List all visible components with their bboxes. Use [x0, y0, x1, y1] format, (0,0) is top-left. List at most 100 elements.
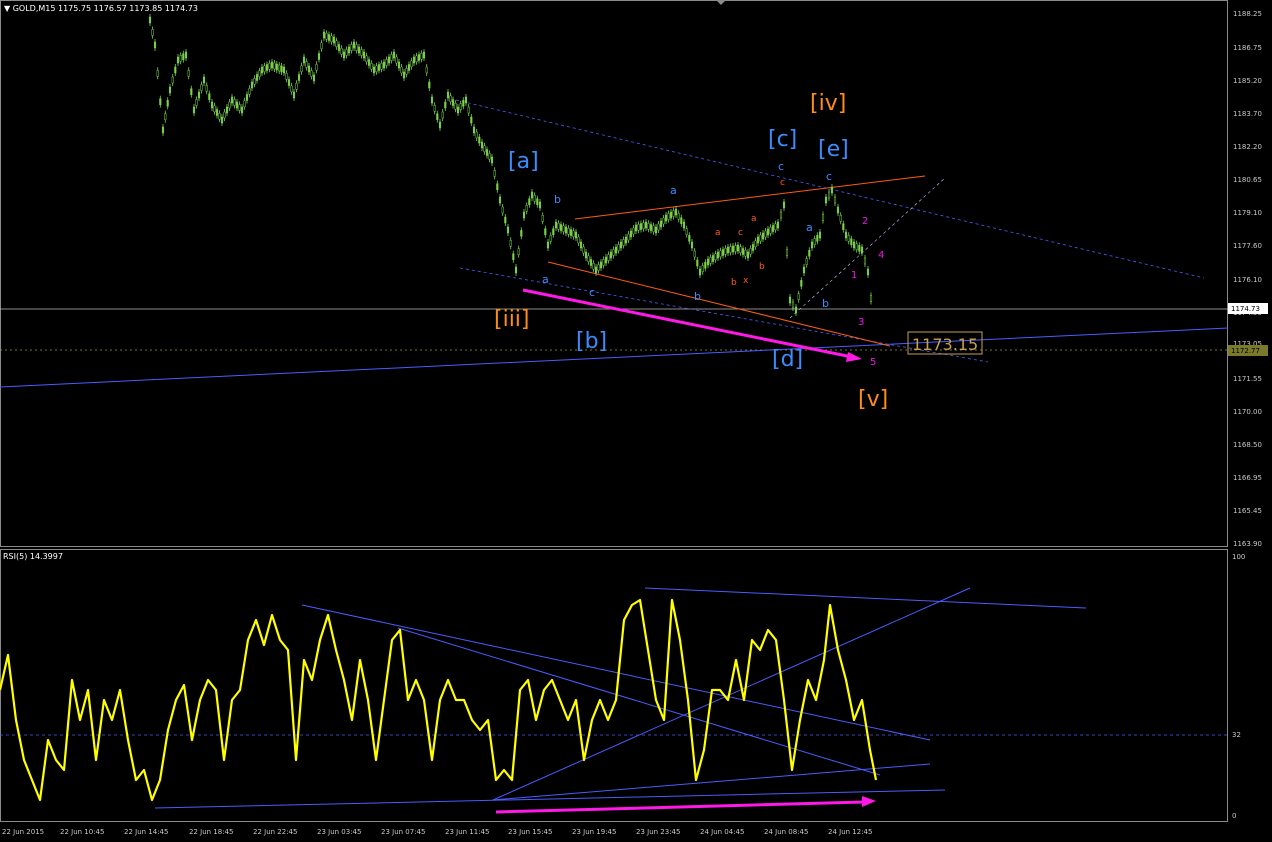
- candle-body: [764, 230, 767, 238]
- candle-body: [719, 250, 722, 258]
- candle-body: [634, 224, 638, 232]
- price-tick: 1186.75: [1233, 44, 1262, 52]
- candle-body: [464, 96, 468, 104]
- candle-body: [397, 61, 401, 69]
- wave-minor-label: c: [589, 286, 595, 299]
- candle-body: [372, 66, 376, 74]
- candle-body: [776, 221, 780, 229]
- candle-body: [538, 201, 542, 209]
- candle-body: [297, 74, 301, 81]
- candle-body: [701, 265, 704, 272]
- candle-body: [847, 235, 850, 242]
- time-tick: 23 Jun 07:45: [381, 828, 425, 836]
- candle-body: [420, 53, 423, 60]
- divergence-arrow-rsi: [495, 800, 865, 814]
- rsi-line-path: [0, 598, 878, 802]
- candle-body: [417, 54, 421, 61]
- candle-body: [714, 253, 717, 261]
- triangle-upper-line[interactable]: [574, 175, 926, 220]
- candle-body: [657, 223, 660, 231]
- candle-body: [370, 63, 373, 70]
- candle-body: [467, 106, 470, 114]
- candle-body: [248, 88, 251, 95]
- candle-body: [245, 94, 249, 101]
- candle-body: [607, 254, 610, 261]
- candle-body: [530, 191, 534, 199]
- rsi-series[interactable]: [0, 598, 878, 802]
- rsi-trendline-3[interactable]: [644, 587, 1087, 609]
- candle-body: [779, 211, 783, 219]
- candle-body: [485, 149, 489, 156]
- candle-body: [210, 101, 214, 109]
- rsi-trendline-2[interactable]: [397, 627, 881, 776]
- price-tick: 1183.70: [1233, 110, 1262, 118]
- candle-body: [842, 223, 845, 230]
- candle-body: [693, 250, 696, 258]
- candle-body: [392, 51, 396, 59]
- candle-body: [238, 104, 241, 111]
- candle-body: [164, 113, 167, 120]
- candle-body: [830, 186, 834, 194]
- chart-menu-icon[interactable]: [716, 0, 726, 5]
- level-price-text: 1172.77: [1231, 347, 1260, 355]
- price-tick: 1176.10: [1233, 276, 1262, 284]
- candle-body: [860, 246, 864, 254]
- candle-body: [685, 228, 688, 235]
- wave-minor-red-label: b: [731, 278, 737, 288]
- candle-body: [863, 257, 867, 265]
- wave-label-iii: [iii]: [494, 307, 530, 332]
- candle-body: [788, 296, 792, 304]
- price-tick: 1179.10: [1233, 209, 1262, 217]
- candle-body: [827, 191, 831, 199]
- time-tick: 23 Jun 15:45: [508, 828, 552, 836]
- candle-body: [400, 66, 403, 74]
- wave-label-a: [a]: [508, 149, 539, 174]
- candle-body: [506, 226, 510, 234]
- candle-body: [839, 215, 842, 222]
- candle-body: [362, 51, 366, 59]
- rsi-trendline-6[interactable]: [154, 789, 946, 809]
- candle-body: [749, 248, 752, 255]
- candle-body: [197, 91, 201, 99]
- candle-body: [205, 85, 208, 92]
- wave-label-e: [e]: [818, 137, 849, 162]
- rsi-trendline-4[interactable]: [492, 587, 971, 801]
- candle-body: [292, 91, 296, 99]
- wave-label-d: [d]: [772, 347, 803, 372]
- chart-menu-triangle-icon[interactable]: ▼: [4, 4, 10, 13]
- wave-minor-magenta-label: 3: [858, 317, 864, 328]
- wave-minor-label: a: [670, 184, 677, 197]
- candle-body: [617, 244, 620, 251]
- candle-body: [195, 99, 198, 106]
- candle-body: [290, 85, 293, 93]
- candle-body: [501, 206, 504, 214]
- candle-body: [582, 246, 585, 254]
- trendline-channel-bottom[interactable]: [459, 267, 989, 363]
- price-tick: 1168.50: [1233, 441, 1262, 449]
- trendline-channel-top[interactable]: [455, 99, 1205, 279]
- candle-body: [866, 268, 870, 276]
- candle-body: [639, 223, 643, 230]
- price-tick: 1180.65: [1233, 176, 1262, 184]
- current-price-text: 1174.73: [1231, 305, 1260, 313]
- candle-body: [734, 245, 737, 252]
- chart-canvas[interactable]: 1188.25 1186.75 1185.20 1183.70 1182.20 …: [0, 0, 1272, 842]
- candle-body: [709, 257, 712, 264]
- candle-body: [609, 251, 613, 259]
- candle-body: [716, 251, 720, 259]
- candle-body: [612, 249, 615, 256]
- trendline-ending-diagonal[interactable]: [789, 177, 946, 319]
- trendline-support[interactable]: [0, 327, 1229, 388]
- candle-body: [285, 73, 288, 80]
- candle-body: [220, 116, 224, 124]
- candle-body: [218, 113, 221, 120]
- candle-body: [522, 211, 526, 219]
- rsi-trendline-5[interactable]: [492, 763, 931, 801]
- candle-body: [200, 84, 203, 91]
- candle-body: [562, 225, 565, 233]
- candle-body: [858, 245, 861, 252]
- rsi-trendline-1[interactable]: [301, 604, 931, 741]
- rsi-indicator-label: RSI(5) 14.3997: [3, 552, 63, 561]
- candle-body: [567, 228, 570, 235]
- wave-label-b: [b]: [576, 329, 607, 354]
